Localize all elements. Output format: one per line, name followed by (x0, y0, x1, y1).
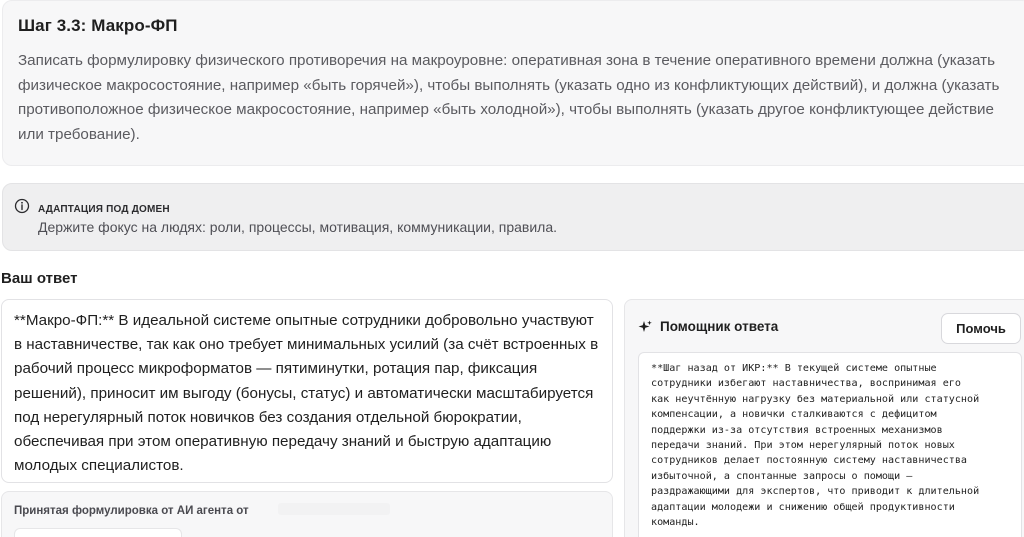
domain-adaptation-card (2, 183, 1024, 251)
domain-adaptation-text: Держите фокус на людях: роли, процессы, … (38, 219, 558, 235)
info-icon (14, 198, 30, 214)
domain-adaptation-label: АДАПТАЦИЯ ПОД ДОМЕН (38, 204, 170, 215)
redacted-region (278, 503, 390, 515)
assistant-output: **Шаг назад от ИКР:** В текущей системе … (638, 352, 1022, 537)
help-button[interactable]: Помочь (941, 313, 1021, 344)
step-title: Шаг 3.3: Макро-ФП (18, 16, 178, 35)
step-description: Записать формулировку физического против… (18, 52, 1000, 143)
accepted-formulation-label: Принятая формулировка от АИ агента от (14, 505, 249, 517)
sparkle-icon (638, 320, 652, 332)
answer-heading: Ваш ответ (1, 270, 78, 287)
answer-text[interactable]: **Макро-ФП:** В идеальной системе опытны… (14, 309, 604, 478)
answer-assistant-title: Помощник ответа (660, 319, 779, 334)
accepted-formulation-field[interactable] (14, 528, 182, 537)
